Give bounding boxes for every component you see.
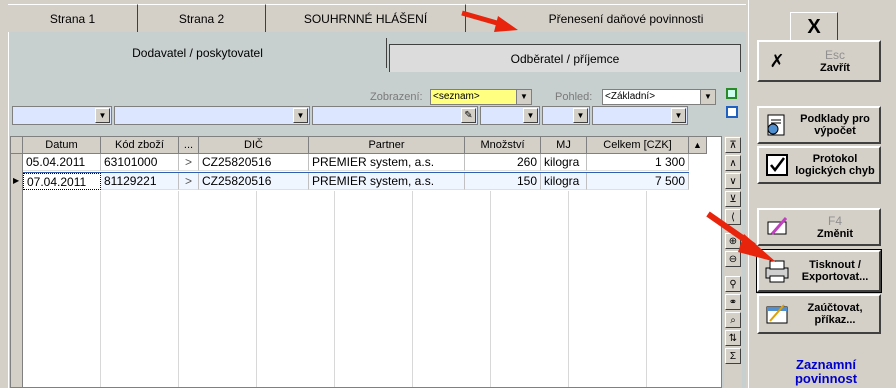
filter-mj[interactable]: ▼ [542, 106, 590, 125]
close-window-button[interactable]: X [790, 12, 838, 42]
col-mj[interactable]: MJ [541, 137, 587, 154]
cell-mnozstvi: 260 [465, 154, 541, 171]
zavrit-button[interactable]: ✗ Esc Zavřít [757, 40, 881, 82]
tab-strana-2[interactable]: Strana 2 [138, 4, 266, 32]
zauctovat-button[interactable]: Zaúčtovat, příkaz... [757, 294, 881, 334]
zaznamni-povinnost-link[interactable]: Zaznamní povinnost [776, 358, 876, 386]
cell-partner: PREMIER system, a.s. [309, 154, 465, 171]
zobrazeni-label: Zobrazení: [370, 91, 423, 103]
col-partner[interactable]: Partner [309, 137, 465, 154]
export-grid-icon[interactable] [724, 86, 740, 122]
scroll-up-icon[interactable]: ▲ [689, 137, 707, 154]
x-mark-icon: ✗ [769, 50, 785, 71]
calculator-document-icon [763, 111, 791, 139]
cell-datum: 05.04.2011 [23, 154, 101, 171]
col-dic[interactable]: DIČ [199, 137, 309, 154]
protokol-button[interactable]: Protokol logických chyb [757, 146, 881, 184]
cell-mj: kilogra [541, 154, 587, 171]
pohled-label: Pohled: [555, 91, 593, 103]
paperclip-icon: ✎ [461, 108, 476, 123]
chevron-down-icon: ▼ [516, 90, 531, 104]
esc-shortcut-label: Esc [824, 47, 845, 62]
col-kod-zbozi[interactable]: Kód zboží [101, 137, 179, 154]
next-record-icon[interactable]: ∨ [725, 173, 741, 189]
tab-strana-1[interactable]: Strana 1 [8, 4, 138, 32]
first-record-icon[interactable]: ⊼ [725, 137, 741, 153]
f4-shortcut-label: F4 [827, 213, 842, 228]
grid-empty-area [23, 191, 689, 387]
sort-icon[interactable]: ⇅ [725, 330, 741, 346]
summary-icon[interactable]: Σ [725, 348, 741, 364]
filter-row: ▼ ▼ ✎ ▼ ▼ ▼ [10, 105, 722, 127]
cell-dic: CZ25820516 [199, 154, 309, 171]
chevron-down-icon: ▼ [573, 108, 588, 123]
zmenit-label: Změnit [816, 227, 854, 240]
find-icon[interactable]: ⌕ [725, 312, 741, 328]
filter-mnozstvi[interactable]: ▼ [480, 106, 540, 125]
chevron-down-icon: ▼ [523, 108, 538, 123]
zavrit-label: Zavřít [820, 61, 850, 74]
chevron-down-icon: ▼ [293, 108, 308, 123]
filter-datum[interactable]: ▼ [12, 106, 112, 125]
checkbox-icon [763, 151, 791, 179]
row-indicator-column [11, 154, 23, 387]
chevron-down-icon: ▼ [671, 108, 686, 123]
current-row-icon: ▶ [13, 176, 20, 185]
cell-kod: 63101000 [101, 154, 179, 171]
search-icon[interactable]: ⚲ [725, 276, 741, 292]
filter-icon[interactable]: ⚭ [725, 294, 741, 310]
cell-datum: 07.04.2011 [23, 173, 101, 190]
red-arrow-icon [461, 10, 518, 32]
podklady-button[interactable]: Podklady pro výpočet [757, 106, 881, 144]
row-indicator-header [11, 137, 23, 154]
cell-celkem: 1 300 [587, 154, 689, 171]
prev-record-icon[interactable]: ∧ [725, 155, 741, 171]
filter-partner[interactable]: ✎ [312, 106, 478, 125]
col-expand[interactable]: ... [179, 137, 199, 154]
cell-expand-button[interactable]: > [179, 154, 199, 171]
tab-odberatel[interactable]: Odběratel / příjemce [389, 44, 741, 72]
cell-mj: kilogra [541, 173, 587, 190]
pohled-select[interactable]: <Základní> ▼ [602, 89, 716, 105]
data-grid: Datum Kód zboží ... DIČ Partner Množství… [10, 136, 722, 388]
zobrazeni-select[interactable]: <seznam> ▼ [430, 89, 532, 105]
filter-kod[interactable]: ▼ [114, 106, 310, 125]
col-datum[interactable]: Datum [23, 137, 101, 154]
filter-celkem[interactable]: ▼ [592, 106, 688, 125]
top-tab-bar: Strana 1 Strana 2 SOUHRNNÉ HLÁŠENÍ Přene… [8, 4, 746, 32]
accounting-book-icon [763, 300, 791, 328]
col-celkem[interactable]: Celkem [CZK] [587, 137, 689, 154]
chevron-down-icon: ▼ [95, 108, 110, 123]
tab-dodavatel[interactable]: Dodavatel / poskytovatel [9, 38, 387, 68]
cell-expand-button[interactable]: > [179, 173, 199, 190]
red-arrow-icon [706, 211, 776, 262]
cell-dic: CZ25820516 [199, 173, 309, 190]
cell-kod: 81129221 [101, 173, 179, 190]
cell-partner: PREMIER system, a.s. [309, 173, 465, 190]
col-mnozstvi[interactable]: Množství [465, 137, 541, 154]
chevron-down-icon: ▼ [700, 90, 715, 104]
cell-celkem: 7 500 [587, 173, 689, 190]
close-icon: X [807, 15, 821, 38]
last-record-icon[interactable]: ⊻ [725, 191, 741, 207]
cell-mnozstvi: 150 [465, 173, 541, 190]
tab-souhrnne-hlaseni[interactable]: SOUHRNNÉ HLÁŠENÍ [266, 4, 466, 32]
